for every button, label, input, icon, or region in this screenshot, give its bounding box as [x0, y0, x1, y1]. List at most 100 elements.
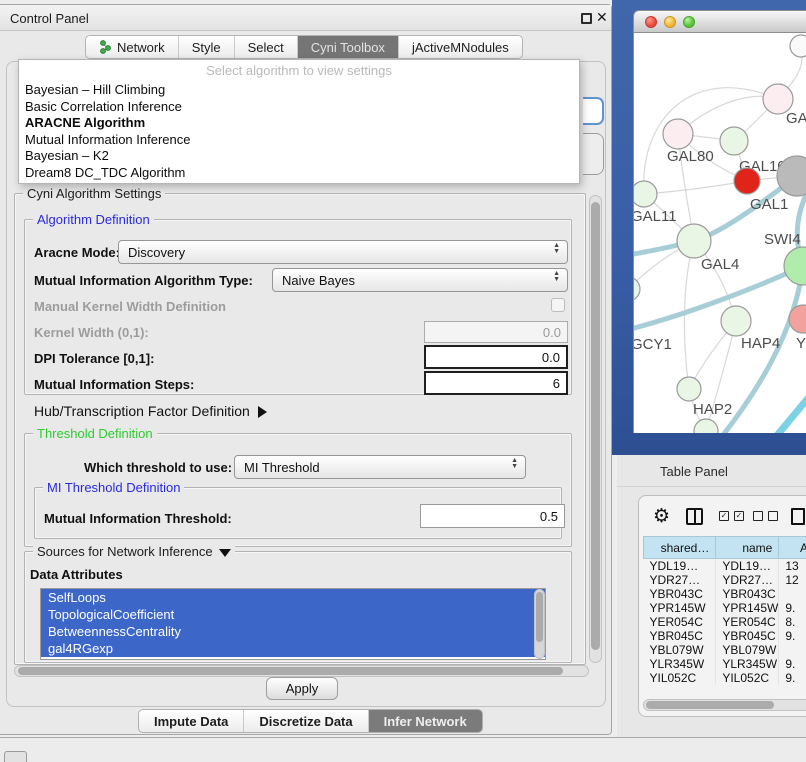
unchecked-checkbox-icon[interactable]: [768, 511, 778, 521]
dpi-tolerance-field[interactable]: [424, 345, 568, 369]
table-cell[interactable]: YIL052C: [644, 671, 716, 685]
network-node-gal11[interactable]: [634, 181, 657, 207]
network-canvas[interactable]: GALGAL80GAL10GAL1GAL11GAL4SWI4GCY1HAP4YH…: [633, 33, 806, 433]
manual-kernel-width-checkbox[interactable]: [551, 298, 565, 312]
table-row[interactable]: YBR043CYBR043C: [644, 587, 806, 601]
table-cell[interactable]: 8.: [779, 615, 806, 629]
network-node-swi4[interactable]: [784, 247, 806, 285]
network-node-gal4[interactable]: [677, 224, 711, 258]
table-row[interactable]: YPR145WYPR145W9.: [644, 601, 806, 615]
network-node-gal1[interactable]: [734, 168, 760, 194]
network-node-hap2[interactable]: [677, 377, 701, 401]
network-node-gal10[interactable]: [720, 127, 748, 155]
scrollbar-thumb[interactable]: [18, 667, 563, 675]
scrollbar-thumb[interactable]: [591, 202, 600, 650]
table-cell[interactable]: YBR043C: [716, 587, 779, 601]
table-cell[interactable]: 9.: [779, 629, 806, 643]
settings-vertical-scrollbar[interactable]: [589, 195, 602, 663]
node-table[interactable]: shared…nameAYDL19…YDL19…13YDR27…YDR27…12…: [643, 536, 806, 685]
gear-icon[interactable]: ⚙: [653, 505, 670, 528]
data-attributes-list[interactable]: SelfLoopsTopologicalCoefficientBetweenne…: [40, 588, 546, 660]
table-cell[interactable]: YBR045C: [716, 629, 779, 643]
tab-infer-network[interactable]: Infer Network: [369, 710, 482, 732]
attribute-list-scrollbar[interactable]: [534, 589, 545, 659]
table-row[interactable]: YER054CYER054C8.: [644, 615, 806, 629]
scrollbar-thumb[interactable]: [646, 701, 774, 709]
close-panel-icon[interactable]: ✕: [596, 9, 608, 26]
tab-discretize-data[interactable]: Discretize Data: [244, 710, 368, 732]
dropdown-item[interactable]: Dream8 DC_TDC Algorithm: [19, 165, 579, 182]
checked-checkbox-icon[interactable]: ✓: [734, 511, 744, 521]
table-row[interactable]: YLR345WYLR345W9.: [644, 657, 806, 671]
dropdown-item[interactable]: Bayesian – Hill Climbing: [19, 82, 579, 99]
attribute-list-item[interactable]: gal4RGexp: [41, 640, 545, 657]
apply-button[interactable]: Apply: [266, 677, 338, 700]
tab-jactivemnodules[interactable]: jActiveMNodules: [399, 36, 522, 58]
scrollbar-thumb[interactable]: [536, 592, 543, 642]
table-cell[interactable]: YDL19…: [644, 559, 716, 574]
network-node[interactable]: [694, 419, 718, 433]
table-cell[interactable]: YDL19…: [716, 559, 779, 574]
tab-impute-data[interactable]: Impute Data: [139, 710, 244, 732]
table-cell[interactable]: 9.: [779, 671, 806, 685]
mi-steps-field[interactable]: [424, 371, 568, 395]
unchecked-checkbox-icon[interactable]: [753, 511, 763, 521]
network-node-gcy1[interactable]: [634, 277, 640, 301]
partial-button[interactable]: [4, 751, 27, 762]
table-cell[interactable]: YLR345W: [644, 657, 716, 671]
table-row[interactable]: YBL079WYBL079W: [644, 643, 806, 657]
table-row[interactable]: YDL19…YDL19…13: [644, 559, 806, 574]
settings-horizontal-scrollbar[interactable]: [14, 665, 589, 677]
table-cell[interactable]: YBL079W: [716, 643, 779, 657]
attribute-list-item[interactable]: BetweennessCentrality: [41, 623, 545, 640]
tab-cyni-toolbox[interactable]: Cyni Toolbox: [298, 36, 399, 58]
table-cell[interactable]: 9.: [779, 601, 806, 615]
table-cell[interactable]: 9.: [779, 657, 806, 671]
column-header[interactable]: A: [779, 537, 806, 559]
table-cell[interactable]: YLR345W: [716, 657, 779, 671]
table-horizontal-scrollbar[interactable]: [643, 699, 806, 711]
page-icon[interactable]: [791, 508, 805, 525]
table-row[interactable]: YBR045CYBR045C9.: [644, 629, 806, 643]
table-cell[interactable]: YPR145W: [716, 601, 779, 615]
table-cell[interactable]: 12: [779, 573, 806, 587]
table-cell[interactable]: YIL052C: [716, 671, 779, 685]
table-row[interactable]: YIL052CYIL052C9.: [644, 671, 806, 685]
table-row[interactable]: YDR27…YDR27…12: [644, 573, 806, 587]
columns-icon[interactable]: [686, 508, 703, 525]
close-window-icon[interactable]: [645, 16, 657, 28]
table-cell[interactable]: YDR27…: [716, 573, 779, 587]
mi-algorithm-type-select[interactable]: Naive Bayes ▲▼: [272, 268, 568, 292]
column-header[interactable]: name: [716, 537, 779, 559]
table-cell[interactable]: YBR043C: [644, 587, 716, 601]
column-header[interactable]: shared…: [644, 537, 716, 559]
dropdown-item[interactable]: Bayesian – K2: [19, 148, 579, 165]
network-node-hap4[interactable]: [721, 306, 751, 336]
table-cell[interactable]: [779, 587, 806, 601]
float-window-icon[interactable]: [581, 13, 592, 24]
tab-style[interactable]: Style: [179, 36, 235, 58]
table-cell[interactable]: YER054C: [644, 615, 716, 629]
mi-threshold-field[interactable]: [420, 504, 565, 528]
which-threshold-select[interactable]: MI Threshold ▲▼: [234, 455, 526, 479]
table-cell[interactable]: YDR27…: [644, 573, 716, 587]
minimize-window-icon[interactable]: [664, 16, 676, 28]
kernel-width-field[interactable]: [424, 321, 568, 343]
network-node[interactable]: [790, 35, 806, 57]
dropdown-item[interactable]: Mutual Information Inference: [19, 132, 579, 149]
tab-select[interactable]: Select: [235, 36, 298, 58]
attribute-list-item[interactable]: SelfLoops: [41, 589, 545, 606]
tab-network[interactable]: Network: [86, 36, 179, 58]
checked-checkbox-icon[interactable]: ✓: [719, 511, 729, 521]
network-node-gal80[interactable]: [663, 119, 693, 149]
table-cell[interactable]: YPR145W: [644, 601, 716, 615]
hub-factor-expander[interactable]: Hub/Transcription Factor Definition: [34, 403, 267, 419]
dropdown-item[interactable]: ARACNE Algorithm: [19, 115, 579, 132]
table-cell[interactable]: YER054C: [716, 615, 779, 629]
table-cell[interactable]: 13: [779, 559, 806, 574]
table-cell[interactable]: YBR045C: [644, 629, 716, 643]
zoom-window-icon[interactable]: [683, 16, 695, 28]
sources-group-title[interactable]: Sources for Network Inference: [33, 544, 235, 559]
table-cell[interactable]: [779, 643, 806, 657]
table-cell[interactable]: YBL079W: [644, 643, 716, 657]
